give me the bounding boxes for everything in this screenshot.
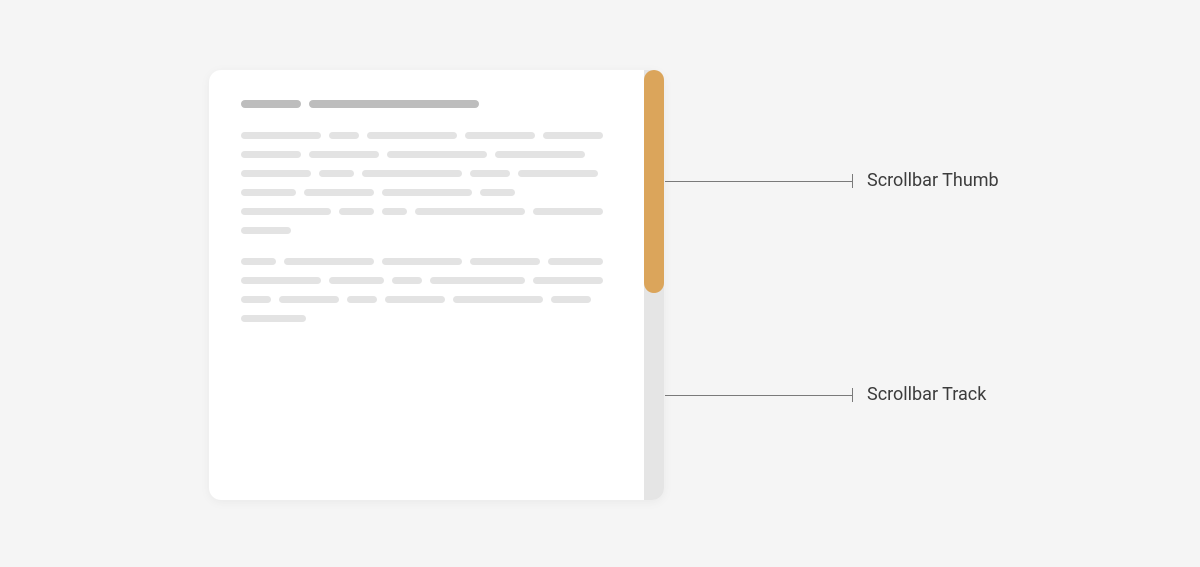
heading-bar	[309, 100, 479, 108]
heading-placeholder	[241, 100, 624, 108]
scrollbar-track[interactable]	[644, 70, 664, 500]
label-track: Scrollbar Track	[867, 384, 986, 405]
scrollbar-thumb[interactable]	[644, 70, 664, 293]
callout-line-thumb	[665, 181, 853, 182]
content-card	[209, 70, 664, 500]
card-content	[241, 100, 624, 346]
paragraph-placeholder	[241, 132, 624, 234]
heading-bar	[241, 100, 301, 108]
paragraph-placeholder	[241, 258, 624, 322]
label-thumb: Scrollbar Thumb	[867, 170, 999, 191]
callout-tick-thumb	[852, 174, 853, 188]
callout-line-track	[665, 395, 853, 396]
callout-tick-track	[852, 388, 853, 402]
